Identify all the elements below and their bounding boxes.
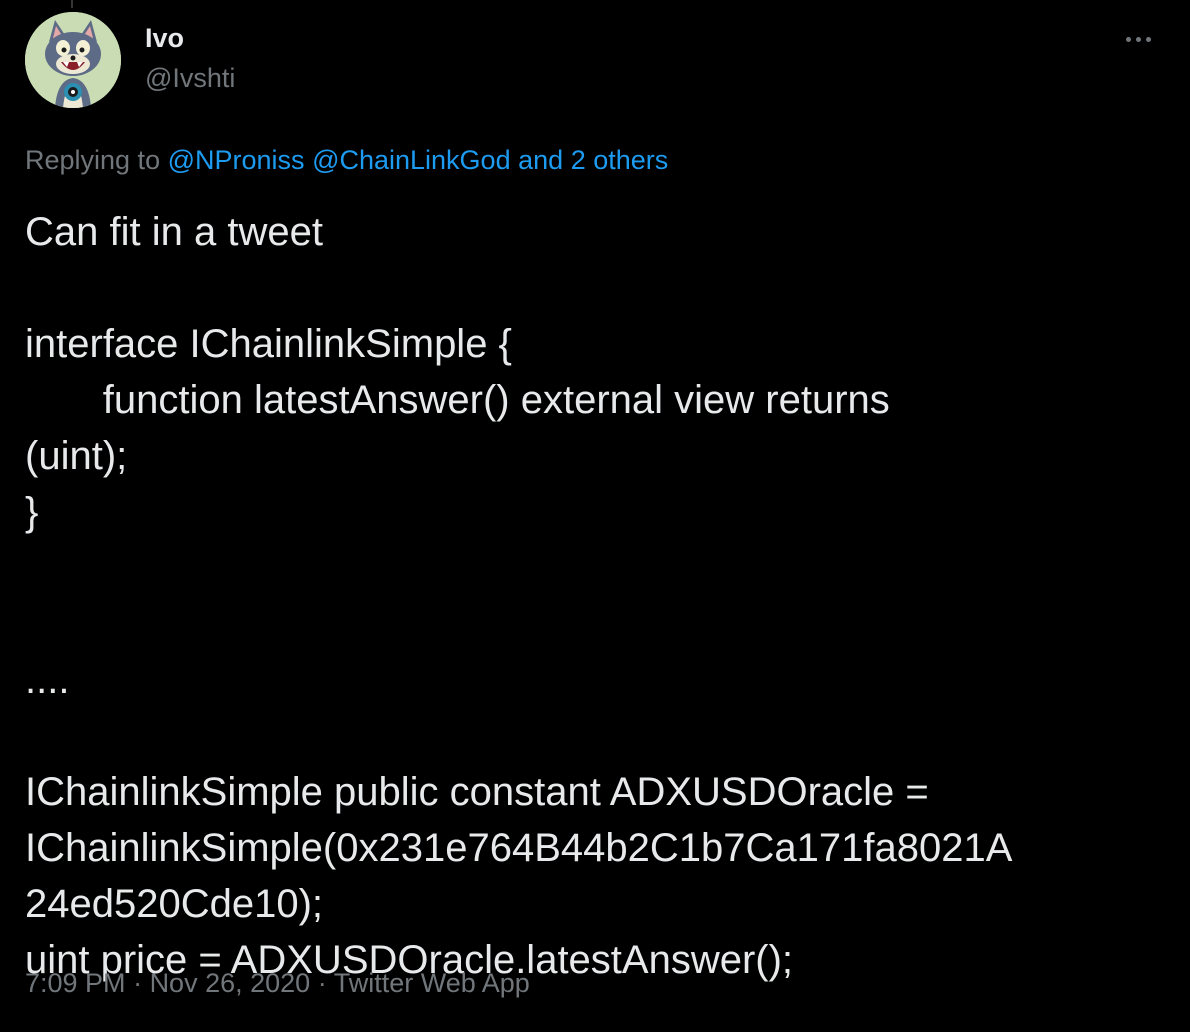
meta-separator: · xyxy=(125,968,150,998)
author-handle[interactable]: @Ivshti xyxy=(145,62,235,94)
tweet-date-link[interactable]: Nov 26, 2020 xyxy=(150,968,311,998)
tweet-text-line: interface IChainlinkSimple { xyxy=(25,322,512,366)
tweet-text-line: } xyxy=(25,490,39,534)
more-options-button[interactable] xyxy=(1118,24,1158,54)
avatar[interactable] xyxy=(25,12,121,108)
tweet-text-line: IChainlinkSimple public constant ADXUSDO… xyxy=(25,770,929,814)
more-dots-icon xyxy=(1125,36,1131,42)
mention-chainlinkgod-link[interactable]: @ChainLinkGod xyxy=(312,145,511,175)
author-display-name[interactable]: Ivo xyxy=(145,22,184,54)
replying-to-label: Replying to xyxy=(25,145,168,175)
tweet-text-line xyxy=(25,260,1165,316)
tweet-text-line: IChainlinkSimple(0x231e764B44b2C1b7Ca171… xyxy=(25,826,1013,870)
tweet-text-line xyxy=(25,708,1165,764)
tweet-text-line: function latestAnswer() external view re… xyxy=(25,378,890,422)
tweet-text-line xyxy=(25,596,1165,652)
tweet-body: Can fit in a tweet interface IChainlinkS… xyxy=(25,204,1165,988)
and-others-link[interactable]: and 2 others xyxy=(518,145,668,175)
tweet-text-line: .... xyxy=(25,658,70,702)
tweet-text-line: (uint); xyxy=(25,434,128,478)
tweet-text-line: Can fit in a tweet xyxy=(25,210,323,254)
thread-connector-line xyxy=(71,0,73,8)
and-connector: and xyxy=(518,145,564,175)
cartoon-cat-avatar-icon xyxy=(25,12,121,108)
tweet-source-link[interactable]: Twitter Web App xyxy=(334,968,530,998)
more-dots-icon xyxy=(1135,36,1141,42)
meta-separator: · xyxy=(310,968,334,998)
tweet-time-link[interactable]: 7:09 PM xyxy=(25,968,126,998)
more-dots-icon xyxy=(1145,36,1151,42)
mention-nproniss-link[interactable]: @NProniss xyxy=(168,145,305,175)
replying-to-line: Replying to @NProniss @ChainLinkGod and … xyxy=(25,143,668,177)
tweet-text-line: 24ed520Cde10); xyxy=(25,882,324,926)
tweet-metadata: 7:09 PM · Nov 26, 2020 · Twitter Web App xyxy=(25,966,530,1000)
others-count: 2 others xyxy=(570,145,669,175)
tweet-text-line xyxy=(25,540,1165,596)
